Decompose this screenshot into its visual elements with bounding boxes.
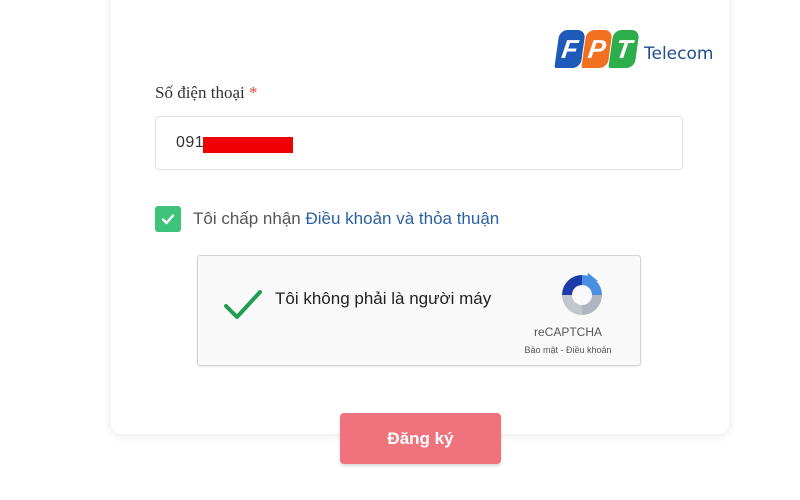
logo-letter-t: T [608,30,640,68]
terms-text: Tôi chấp nhận Điều khoản và thỏa thuận [193,209,499,229]
terms-row: Tôi chấp nhận Điều khoản và thỏa thuận [155,206,499,232]
recaptcha-links[interactable]: Bảo mật - Điều khoản [498,345,638,355]
terms-checkbox[interactable] [155,206,181,232]
fpt-logo-icon: F P T [554,30,640,68]
logo-letter-f: F [554,30,586,68]
terms-prefix: Tôi chấp nhận [193,209,301,228]
checkbox-check-icon [161,214,175,225]
logo-letter-p: P [581,30,613,68]
redaction-bar [203,137,293,153]
logo-text: Telecom [644,44,714,64]
phone-label-text: Số điện thoại [155,83,245,102]
recaptcha-label: Tôi không phải là người máy [275,289,492,308]
phone-value: 091 [176,134,205,151]
required-mark: * [248,83,258,102]
submit-button[interactable]: Đăng ký [340,413,501,464]
fpt-telecom-logo: F P T Telecom [554,30,714,68]
terms-link[interactable]: Điều khoản và thỏa thuận [305,209,499,228]
recaptcha-widget: Tôi không phải là người máy reCAPTCHA Bả… [197,255,641,366]
recaptcha-logo-icon [562,273,602,315]
phone-label: Số điện thoại * [155,83,257,103]
checkmark-icon[interactable] [222,286,264,322]
phone-input[interactable]: 091 [155,116,683,170]
recaptcha-brand: reCAPTCHA [533,325,602,339]
